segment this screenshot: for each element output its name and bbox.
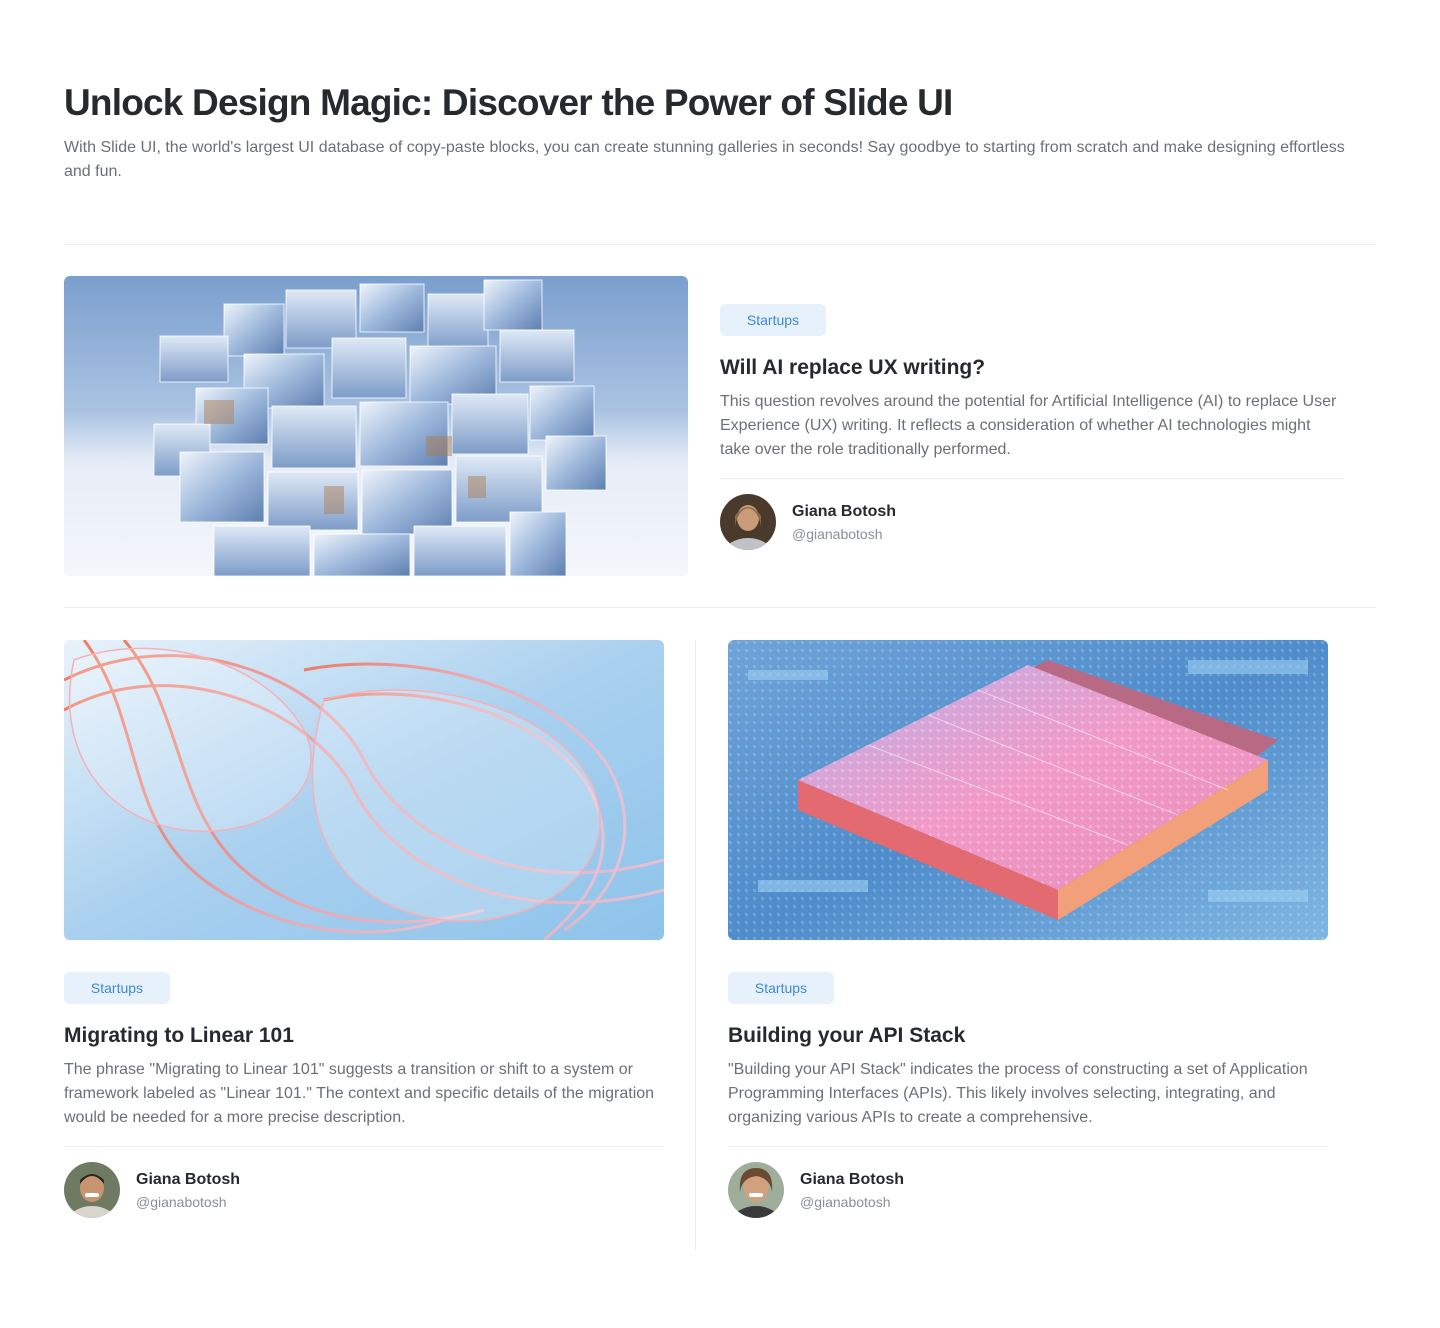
column-divider xyxy=(695,640,696,1250)
author-avatar xyxy=(720,494,776,550)
post-separator xyxy=(728,1146,1328,1147)
page-subtitle: With Slide UI, the world's largest UI da… xyxy=(64,139,1345,180)
author-avatar xyxy=(64,1162,120,1218)
post-image[interactable] xyxy=(728,640,1328,940)
author-handle: @gianabotosh xyxy=(800,1193,891,1210)
post-title[interactable]: Building your API Stack xyxy=(728,1022,1328,1050)
post-body: Startups Migrating to Linear 101 The phr… xyxy=(64,972,664,1218)
author-handle: @gianabotosh xyxy=(136,1193,227,1210)
post-title[interactable]: Migrating to Linear 101 xyxy=(64,1022,664,1050)
author-block[interactable]: Giana Botosh @gianabotosh xyxy=(720,494,1344,550)
author-name: Giana Botosh xyxy=(136,1170,241,1188)
section-divider xyxy=(64,244,1376,245)
post-body: Startups Building your API Stack "Buildi… xyxy=(728,972,1328,1218)
page-header: Unlock Design Magic: Discover the Power … xyxy=(64,80,1374,184)
post-separator xyxy=(720,478,1344,479)
post-description: The phrase "Migrating to Linear 101" sug… xyxy=(64,1061,655,1126)
post-image[interactable] xyxy=(64,640,664,940)
page-title: Unlock Design Magic: Discover the Power … xyxy=(64,82,953,123)
category-tag[interactable]: Startups xyxy=(728,972,834,1004)
featured-post-image[interactable] xyxy=(64,276,688,576)
post-separator xyxy=(64,1146,664,1147)
author-handle: @gianabotosh xyxy=(792,525,883,542)
author-block[interactable]: Giana Botosh @gianabotosh xyxy=(728,1162,1328,1218)
category-tag[interactable]: Startups xyxy=(720,304,826,336)
post-title[interactable]: Will AI replace UX writing? xyxy=(720,354,1344,382)
post-description: This question revolves around the potent… xyxy=(720,393,1337,458)
post-description: "Building your API Stack" indicates the … xyxy=(728,1061,1308,1126)
category-tag[interactable]: Startups xyxy=(64,972,170,1004)
author-name: Giana Botosh xyxy=(800,1170,905,1188)
author-block[interactable]: Giana Botosh @gianabotosh xyxy=(64,1162,664,1218)
author-avatar xyxy=(728,1162,784,1218)
section-divider xyxy=(64,607,1376,608)
featured-post-body: Startups Will AI replace UX writing? Thi… xyxy=(720,304,1344,550)
author-name: Giana Botosh xyxy=(792,502,897,520)
